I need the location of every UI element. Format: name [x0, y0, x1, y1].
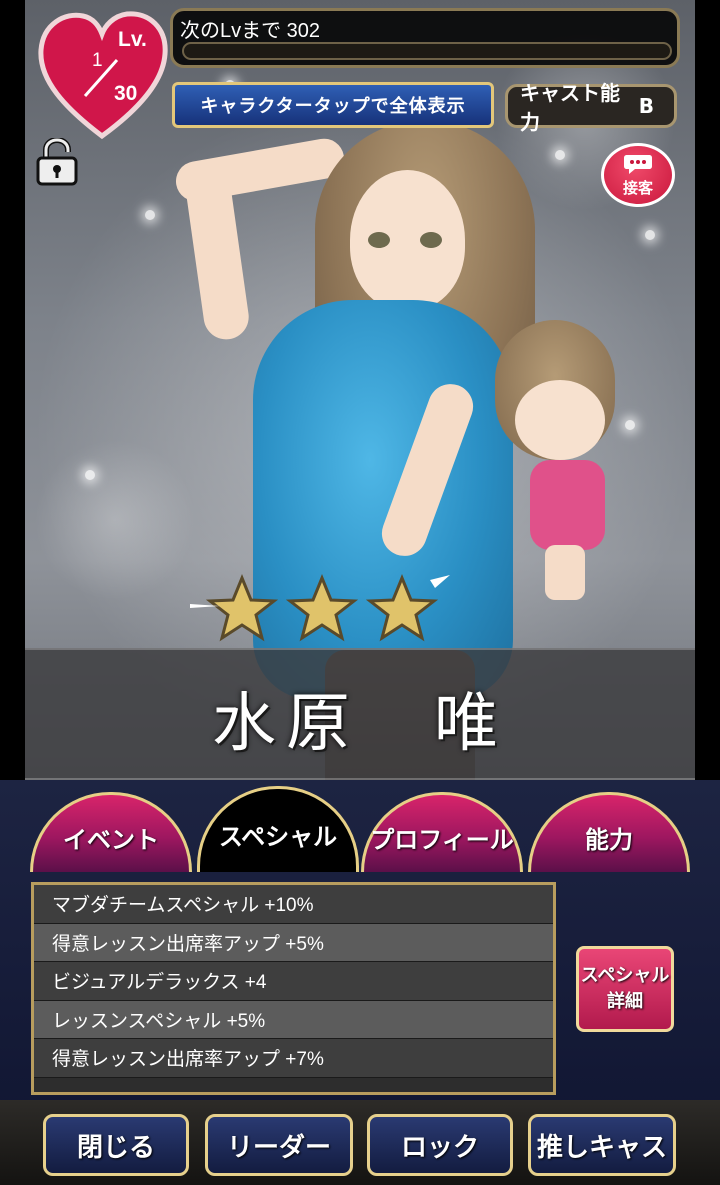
chat-bubble-icon — [624, 154, 652, 174]
list-item: レッスンスペシャル +5% — [34, 1000, 553, 1039]
lock-button[interactable]: ロック — [367, 1114, 513, 1176]
next-level-text: 次のLvまで 302 — [180, 20, 321, 42]
sparkle — [625, 420, 635, 430]
special-list: マブダチームスペシャル +10% 得意レッスン出席率アップ +5% ビジュアルデ… — [31, 882, 556, 1095]
exp-progress-bar — [182, 42, 672, 60]
chibi-face — [515, 380, 605, 460]
serve-customer-button[interactable]: 接客 — [601, 143, 675, 207]
sparkle — [85, 470, 95, 480]
character-name: 水原 唯 — [212, 687, 508, 761]
serve-label: 接客 — [622, 178, 653, 197]
star-icon — [285, 574, 359, 642]
heart-level-icon — [38, 11, 168, 140]
character-eye — [420, 232, 442, 248]
list-item: マブダチームスペシャル +10% — [34, 885, 553, 924]
chibi-outfit — [530, 460, 605, 550]
character-face — [350, 170, 465, 310]
unlock-icon[interactable] — [34, 138, 80, 186]
card-detail-screen: Lv. 1 30 次のLvまで 302 キャラクタータップで全体表示 キャスト能… — [0, 0, 720, 1185]
list-item: 得意レッスン出席率アップ +5% — [34, 923, 553, 962]
cast-ability-rank: B — [638, 94, 654, 118]
character-eye — [368, 232, 390, 248]
list-item: ビジュアルデラックス +4 — [34, 962, 553, 1001]
special-detail-button[interactable]: スペシャル 詳細 — [576, 946, 674, 1032]
favorite-cast-button[interactable]: 推しキャス — [528, 1114, 676, 1176]
list-item: 得意レッスン出席率アップ +7% — [34, 1039, 553, 1078]
close-button[interactable]: 閉じる — [43, 1114, 189, 1176]
level-current: 1 — [92, 50, 103, 71]
sparkle — [145, 210, 155, 220]
character-arm — [183, 167, 252, 343]
tap-to-view-banner[interactable]: キャラクタータップで全体表示 — [172, 82, 494, 128]
level-label: Lv. — [118, 28, 147, 51]
level-max: 30 — [114, 82, 138, 105]
cast-ability-label: キャスト能力 — [520, 81, 620, 134]
star-icon — [365, 574, 439, 642]
chibi-legs — [545, 545, 585, 600]
sparkle — [645, 230, 655, 240]
sparkle — [555, 150, 565, 160]
leader-button[interactable]: リーダー — [205, 1114, 353, 1176]
rarity-stars — [190, 574, 450, 642]
star-icon — [205, 574, 279, 642]
cast-ability-panel: キャスト能力 B — [505, 81, 677, 134]
